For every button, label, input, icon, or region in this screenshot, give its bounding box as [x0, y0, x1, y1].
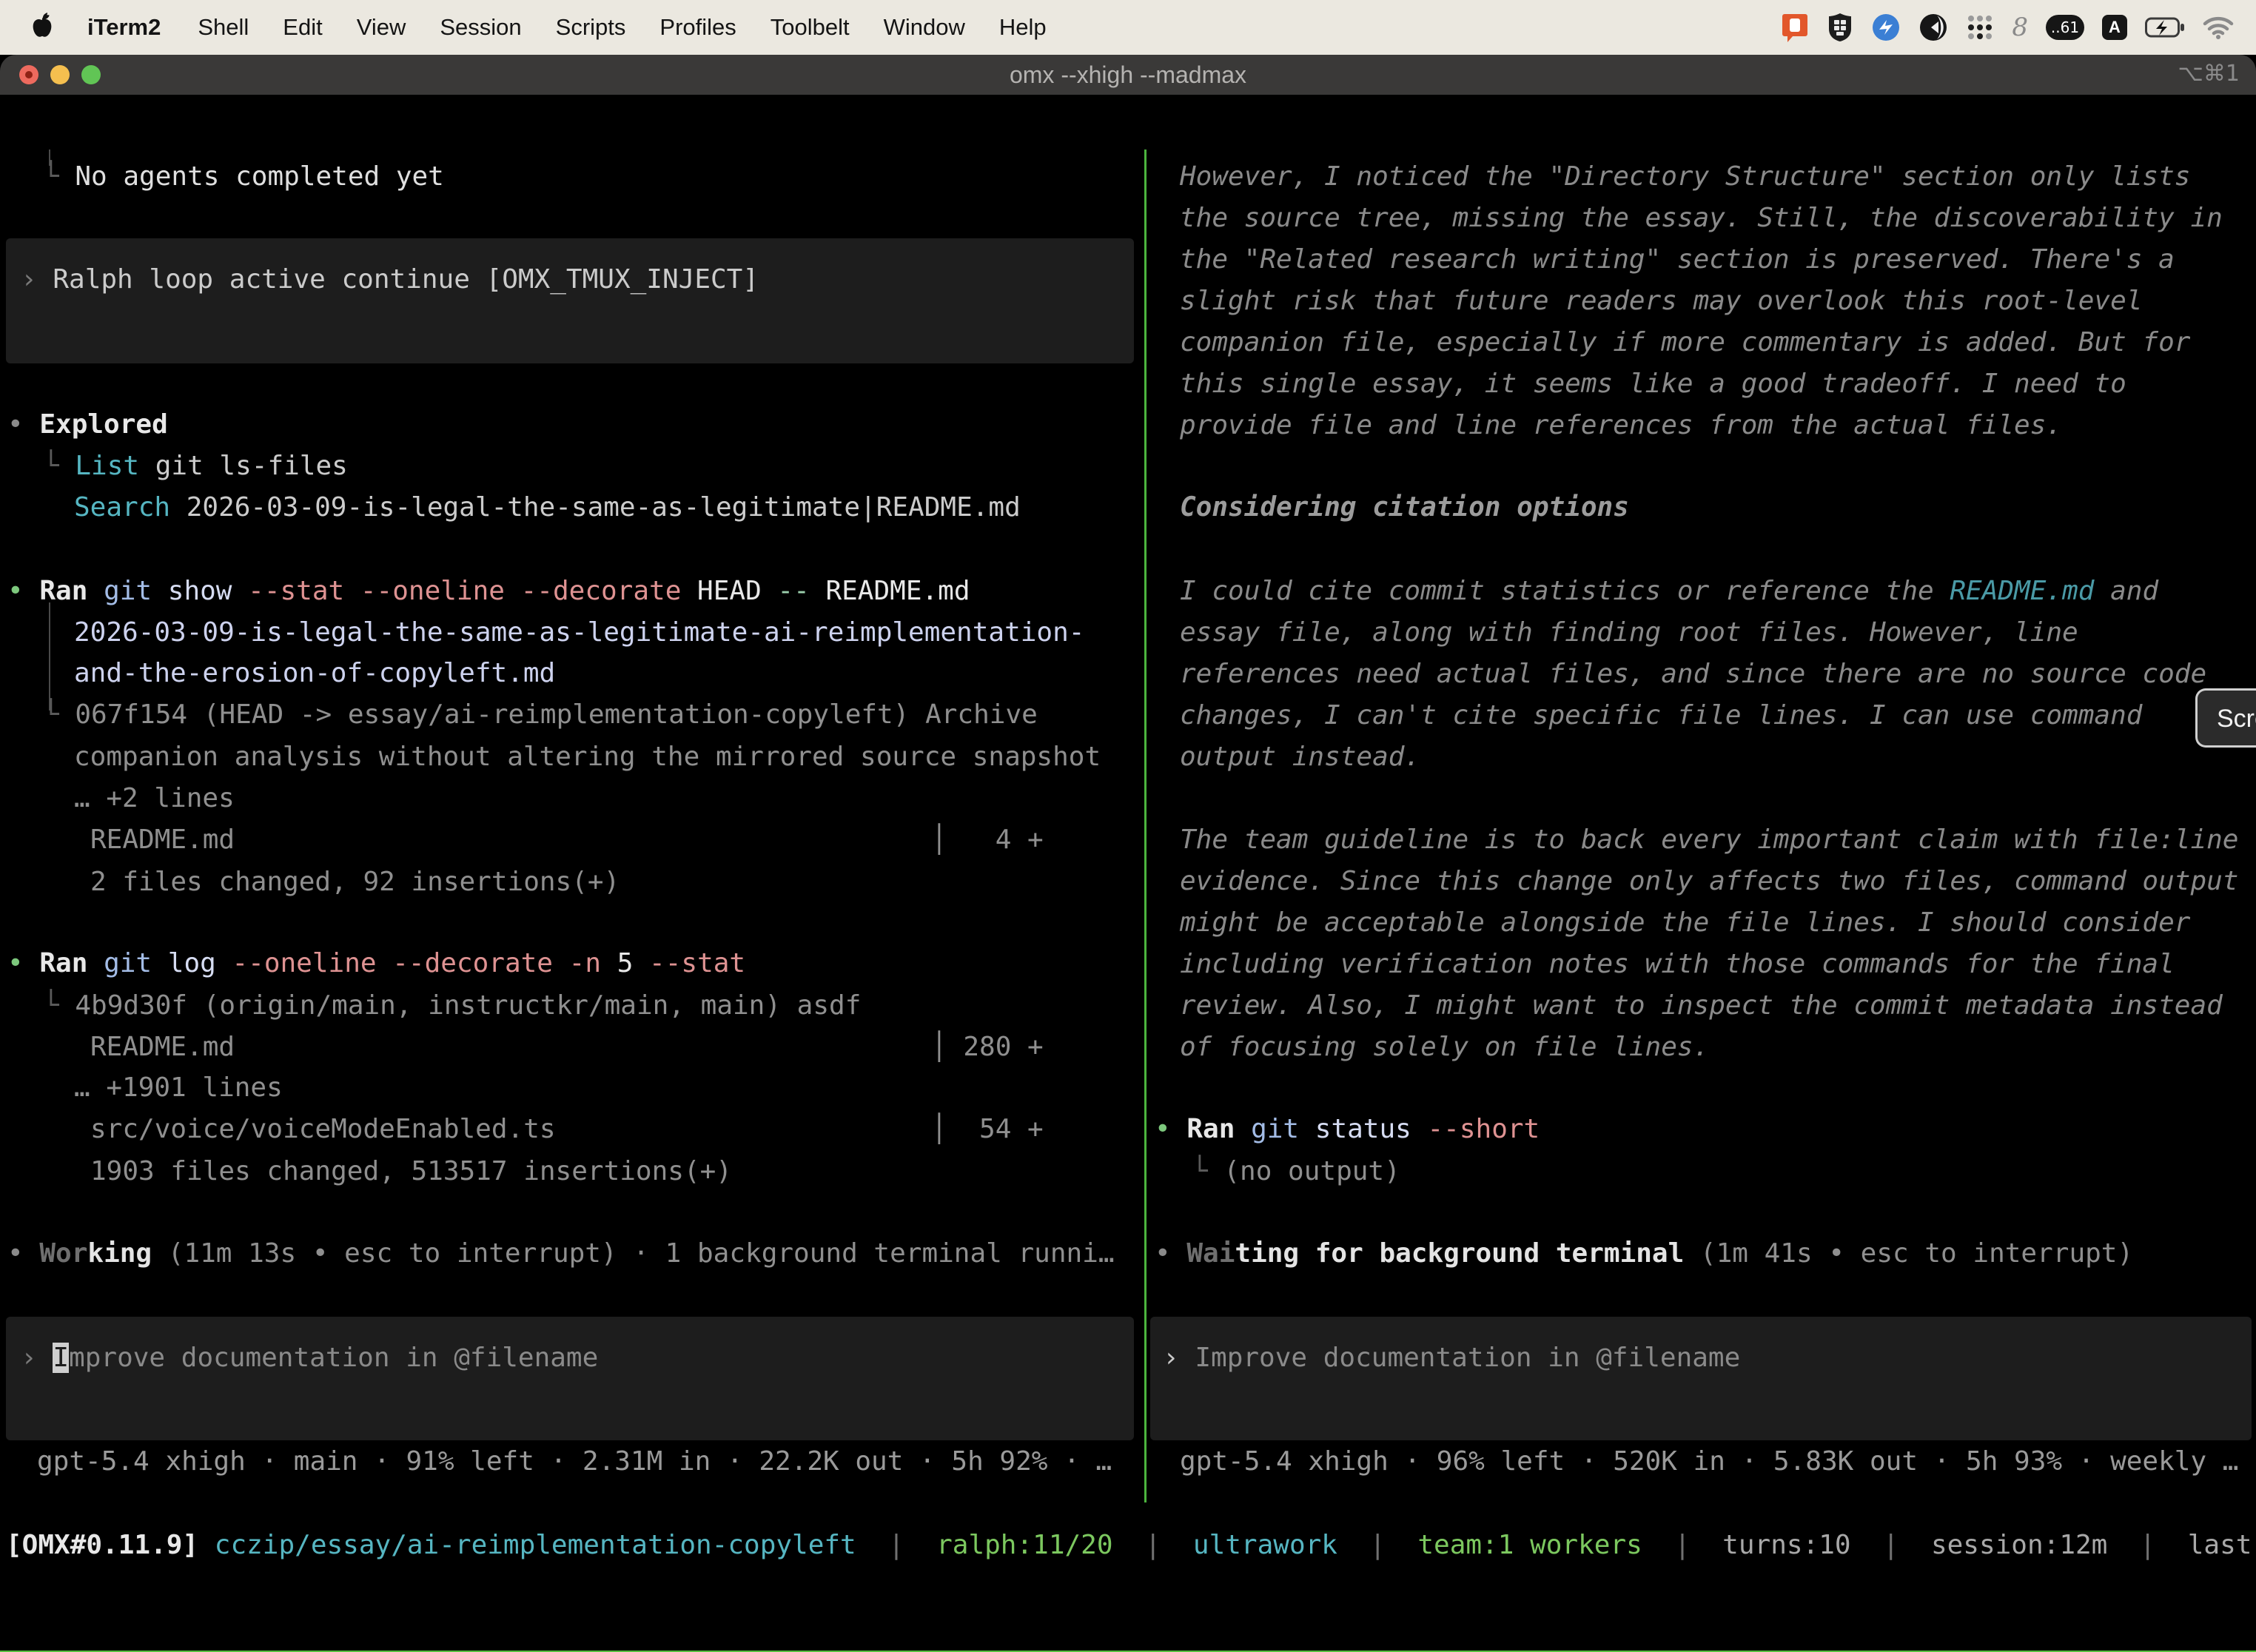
battery-icon[interactable] [2145, 17, 2185, 38]
menu-status-icons: 8 ..61 A [1781, 13, 2234, 42]
reasoning-line: output instead. [1180, 736, 1420, 778]
reasoning-line: including verification notes with those … [1180, 944, 2175, 985]
git-log-truncation-line: … +1901 lines [74, 1067, 283, 1109]
left-agent-pane: └ No agents completed yet › Ralph loop a… [0, 150, 1144, 1652]
menu-item-profiles[interactable]: Profiles [659, 14, 736, 41]
git-log-summary: 1903 files changed, 513517 insertions(+) [90, 1151, 732, 1192]
explored-list-line: └ List git ls-files [43, 446, 348, 487]
stat-file-count: │ 4 + [931, 819, 1044, 861]
git-log-command: • Ran git log --oneline --decorate -n 5 … [7, 943, 745, 984]
reasoning-line: slight risk that future readers may over… [1180, 281, 2142, 322]
explored-header: • Explored [7, 404, 168, 446]
apple-menu[interactable] [31, 11, 53, 44]
menu-item-session[interactable]: Session [440, 14, 521, 41]
reasoning-line: might be acceptable alongside the file l… [1180, 902, 2190, 944]
menu-item-edit[interactable]: Edit [283, 14, 322, 41]
menu-item-window[interactable]: Window [884, 14, 965, 41]
reasoning-line: However, I noticed the "Directory Struct… [1180, 156, 2190, 198]
git-status-output-line: └ (no output) [1192, 1151, 1400, 1192]
left-prompt-text: › Improve documentation in @filename [21, 1337, 598, 1379]
menu-item-shell[interactable]: Shell [198, 14, 249, 41]
reasoning-line: of focusing solely on file lines. [1180, 1027, 1709, 1068]
left-session-statusline: gpt-5.4 xhigh · main · 91% left · 2.31M … [37, 1441, 1112, 1483]
stat-file-name: README.md [90, 819, 235, 861]
git-show-truncation-line: … +2 lines [74, 778, 235, 819]
reasoning-line: the source tree, missing the essay. Stil… [1180, 198, 2223, 239]
explored-search-line: Search 2026-03-09-is-legal-the-same-as-l… [74, 487, 1021, 528]
menu-item-help[interactable]: Help [999, 14, 1047, 41]
menu-items: Shell Edit View Session Scripts Profiles… [198, 14, 1046, 41]
window-shortcut-hint: ⌥⌘1 [2178, 61, 2240, 87]
reasoning-line: The team guideline is to back every impo… [1180, 819, 2238, 861]
working-status-line: • Working (11m 13s • esc to interrupt) ·… [7, 1233, 1115, 1275]
no-agents-line: └ No agents completed yet [43, 156, 444, 198]
reasoning-heading: Considering citation options [1180, 487, 1629, 528]
git-show-command: • Ran git show --stat --oneline --decora… [7, 571, 970, 612]
stat-file-count: │ 280 + [931, 1027, 1044, 1068]
git-show-output-line: └ 067f154 (HEAD -> essay/ai-reimplementa… [43, 694, 1038, 736]
dark-crescent-icon[interactable] [1918, 13, 1948, 42]
reasoning-line: references need actual files, and since … [1180, 654, 2206, 695]
wifi-icon[interactable] [2203, 16, 2234, 39]
menu-item-view[interactable]: View [357, 14, 406, 41]
stat-file-count: │ 54 + [931, 1109, 1044, 1150]
git-log-output-line: └ 4b9d30f (origin/main, instructkr/main,… [43, 985, 861, 1027]
dots-grid-icon[interactable] [1966, 13, 1994, 41]
reasoning-line: changes, I can't cite specific file line… [1180, 695, 2142, 736]
git-show-arg-line: and-the-erosion-of-copyleft.md [74, 653, 555, 694]
git-status-command: • Ran git status --short [1155, 1109, 1540, 1150]
reasoning-line: companion file, especially if more comme… [1180, 322, 2190, 363]
window-title: omx --xhigh --madmax [0, 61, 2256, 89]
waiting-status-line: • Waiting for background terminal (1m 41… [1155, 1233, 2133, 1275]
stat-file-name: src/voice/voiceModeEnabled.ts [90, 1109, 556, 1150]
window-title-bar[interactable]: omx --xhigh --madmax ⌥⌘1 [0, 55, 2256, 95]
input-source-icon[interactable]: A [2102, 15, 2127, 40]
left-prompt-input[interactable]: › Improve documentation in @filename [6, 1317, 1134, 1440]
inject-message-text: › Ralph loop active continue [OMX_TMUX_I… [21, 259, 759, 300]
right-agent-pane: However, I noticed the "Directory Struct… [1147, 150, 2256, 1652]
stat-file-name: README.md [90, 1027, 235, 1068]
terminal-content: └ No agents completed yet › Ralph loop a… [0, 150, 2256, 1652]
menu-bar: iTerm2 Shell Edit View Session Scripts P… [0, 0, 2256, 55]
screen-share-tab[interactable]: Scre [2195, 688, 2256, 748]
git-show-arg-line: 2026-03-09-is-legal-the-same-as-legitima… [74, 612, 1084, 654]
gauge-badge-icon[interactable]: ..61 [2046, 15, 2084, 40]
apple-logo-icon [31, 11, 53, 44]
git-show-summary: 2 files changed, 92 insertions(+) [90, 862, 620, 903]
reasoning-line: essay file, along with finding root file… [1180, 612, 2078, 654]
menu-item-toolbelt[interactable]: Toolbelt [771, 14, 850, 41]
reasoning-line: the "Related research writing" section i… [1180, 239, 2175, 281]
git-show-output-line: companion analysis without altering the … [74, 736, 1101, 778]
iterm2-window: omx --xhigh --madmax ⌥⌘1 └ No agents com… [0, 55, 2256, 1652]
menu-app-name[interactable]: iTerm2 [87, 14, 161, 41]
inject-message-box[interactable]: › Ralph loop active continue [OMX_TMUX_I… [6, 238, 1134, 363]
squiggle-utility-icon[interactable]: 8 [2012, 15, 2028, 40]
reasoning-line: this single essay, it seems like a good … [1180, 363, 2126, 405]
blue-bolt-badge-icon[interactable] [1871, 13, 1901, 42]
menu-item-scripts[interactable]: Scripts [556, 14, 626, 41]
reasoning-line: review. Also, I might want to inspect th… [1180, 985, 2223, 1027]
right-prompt-input[interactable]: › Improve documentation in @filename [1150, 1317, 2252, 1440]
shield-grid-icon[interactable] [1827, 13, 1853, 42]
right-prompt-text: › Improve documentation in @filename [1163, 1337, 1740, 1379]
chat-app-icon[interactable] [1781, 13, 1809, 42]
omx-status-bar: [OMX#0.11.9] cczip/essay/ai-reimplementa… [6, 1525, 2256, 1566]
right-session-statusline: gpt-5.4 xhigh · 96% left · 520K in · 5.8… [1180, 1441, 2238, 1483]
reasoning-line: evidence. Since this change only affects… [1180, 861, 2238, 902]
reasoning-line: provide file and line references from th… [1180, 405, 2062, 446]
reasoning-line: I could cite commit statistics or refere… [1180, 571, 2158, 612]
